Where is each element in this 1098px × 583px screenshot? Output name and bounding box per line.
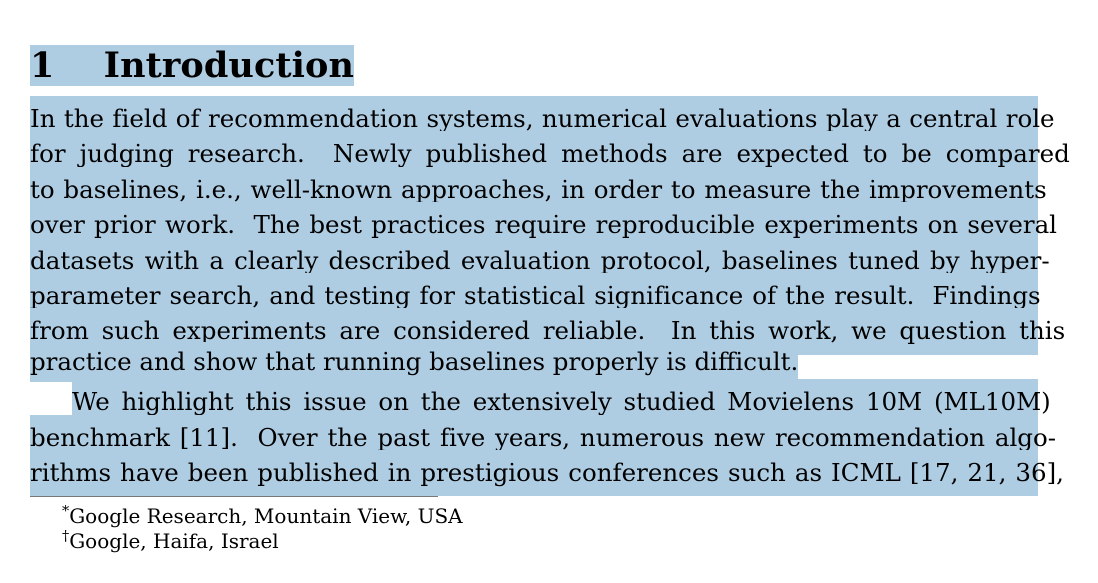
text-line: to baselines, i.e., well-known approache… bbox=[30, 166, 1047, 214]
footnote-item: *Google Research, Mountain View, USA bbox=[30, 504, 1038, 529]
text-line: datasets with a clearly described evalua… bbox=[30, 237, 1050, 284]
text-line: parameter search, and testing for statis… bbox=[30, 272, 1041, 320]
text-line: benchmark [11]. Over the past five years… bbox=[30, 414, 1056, 461]
footnote-text: Google Research, Mountain View, USA bbox=[69, 504, 463, 528]
text-line: for judging research. Newly published me… bbox=[30, 131, 1070, 178]
footnotes: *Google Research, Mountain View, USA †Go… bbox=[30, 504, 1038, 554]
text-line-content: rithms have been published in prestigiou… bbox=[30, 449, 1064, 497]
section-heading-text: 1 Introduction bbox=[30, 45, 355, 87]
text-line: over prior work. The best practices requ… bbox=[30, 202, 1057, 249]
section-heading: 1 Introduction bbox=[30, 43, 355, 89]
document-page: 1 Introduction In the field of recommend… bbox=[0, 0, 1098, 583]
footnote-item: †Google, Haifa, Israel bbox=[30, 529, 1038, 554]
text-line: In the field of recommendation systems, … bbox=[30, 96, 1055, 143]
text-line: We highlight this issue on the extensive… bbox=[30, 379, 1051, 426]
text-line: rithms have been published in prestigiou… bbox=[30, 449, 1064, 497]
footnote-separator-rule bbox=[30, 496, 438, 497]
body-text: In the field of recommendation systems, … bbox=[30, 96, 1070, 497]
text-line: from such experiments are considered rel… bbox=[30, 308, 1065, 355]
text-line: practice and show that running baselines… bbox=[30, 341, 1038, 382]
text-line-content: practice and show that running baselines… bbox=[30, 341, 799, 382]
footnote-text: Google, Haifa, Israel bbox=[69, 529, 279, 553]
